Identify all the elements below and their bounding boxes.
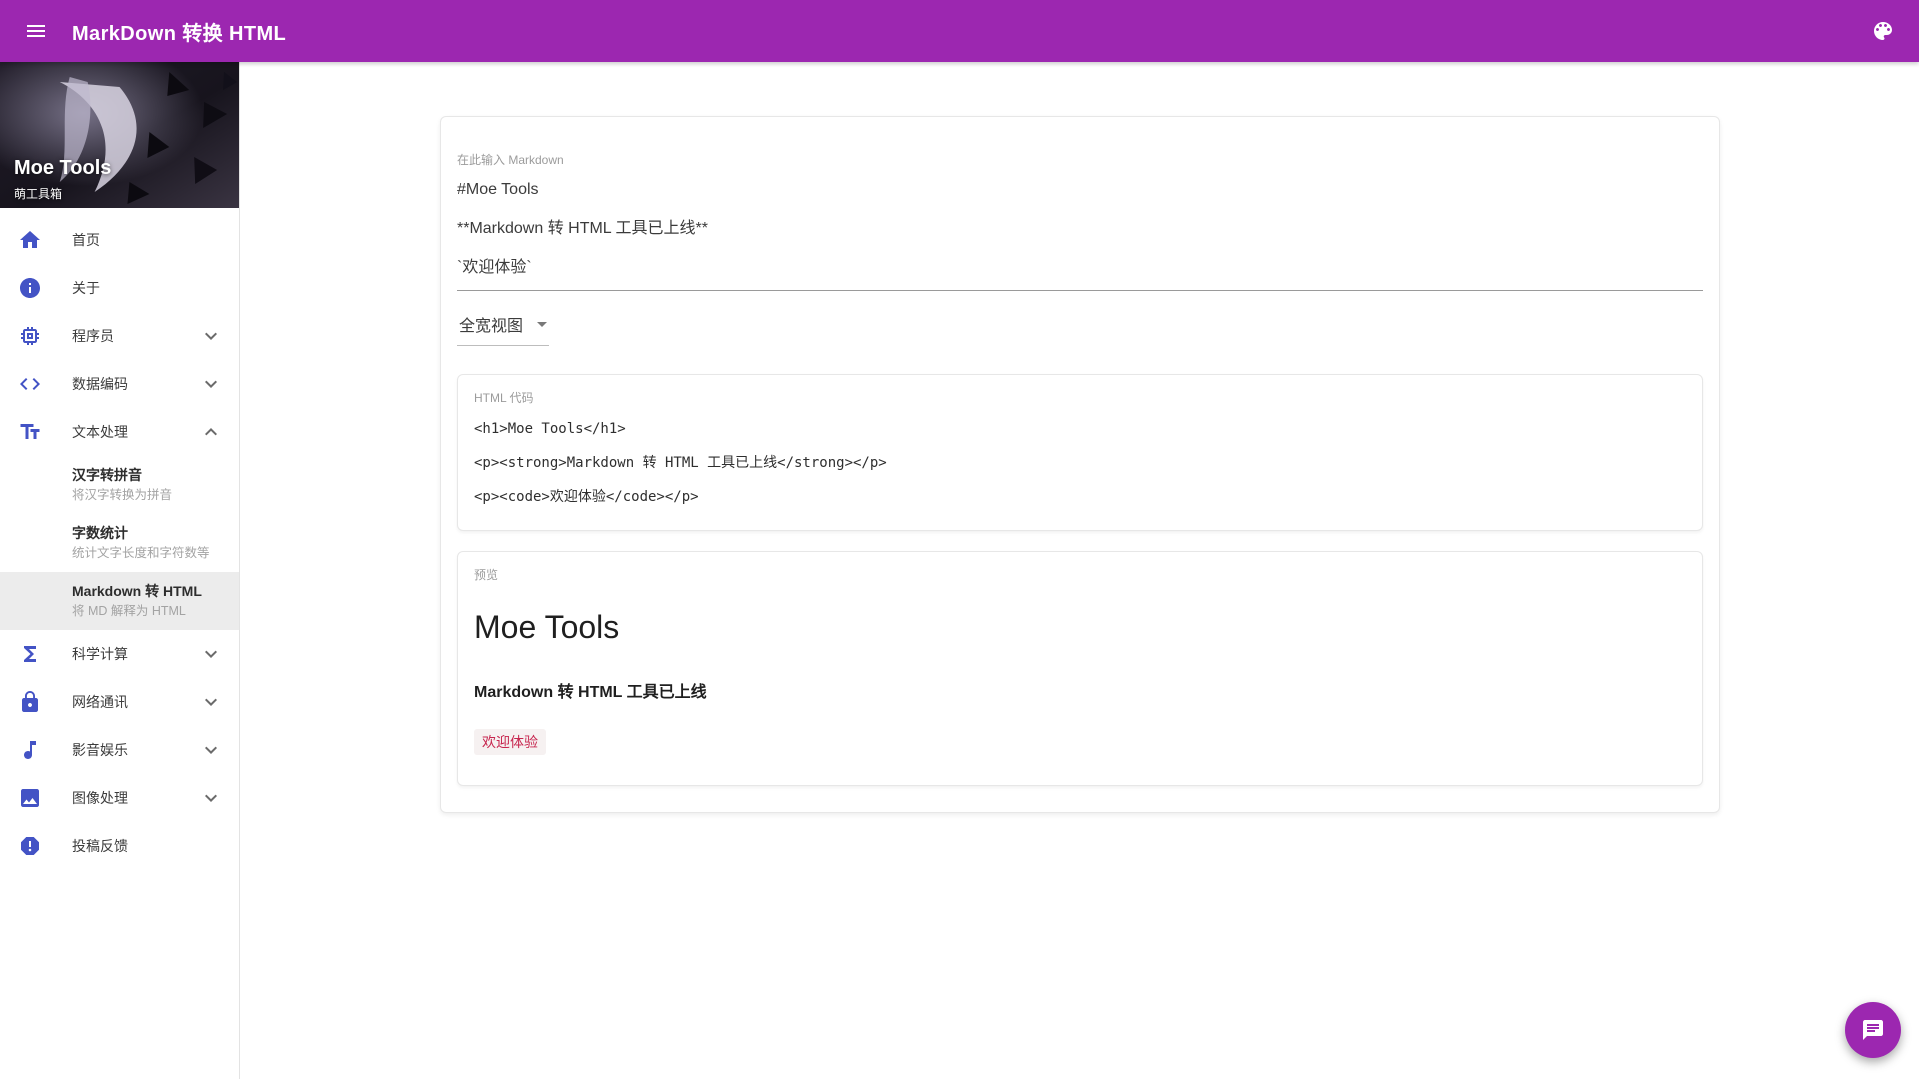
sidebar-item-label: 影音娱乐 (72, 742, 128, 758)
palette-icon (1871, 19, 1895, 43)
sidebar-item-label: 投稿反馈 (72, 838, 128, 854)
sidebar-banner-image: Moe Tools 萌工具箱 (0, 62, 239, 208)
home-icon (18, 228, 42, 252)
view-mode-value: 全宽视图 (459, 318, 524, 335)
html-code-card: HTML 代码 <h1>Moe Tools</h1> <p><strong>Ma… (457, 374, 1703, 531)
chevron-down-icon (199, 690, 223, 714)
subitem-title: 汉字转拼音 (72, 467, 142, 483)
preview-label: 预览 (474, 568, 499, 582)
sidebar-item-label: 程序员 (72, 328, 114, 344)
report-icon (18, 834, 42, 858)
appbar: MarkDown 转换 HTML (0, 0, 1919, 62)
preview-bold-text: Markdown 转 HTML 工具已上线 (474, 684, 707, 701)
markdown-input-text[interactable]: #Moe Tools **Markdown 转 HTML 工具已上线** `欢迎… (457, 170, 1703, 291)
sidebar-item-image-processing[interactable]: 图像处理 (0, 774, 239, 822)
html-code-line: <p><strong>Markdown 转 HTML 工具已上线</strong… (474, 455, 887, 471)
subitem-title: Markdown 转 HTML (72, 583, 202, 599)
sidebar-item-label: 网络通讯 (72, 694, 128, 710)
sidebar-item-media[interactable]: 影音娱乐 (0, 726, 239, 774)
subitem-subtitle: 将汉字转换为拼音 (72, 488, 173, 502)
sidebar-subitem-pinyin[interactable]: 汉字转拼音 将汉字转换为拼音 (0, 456, 239, 514)
markdown-line: #Moe Tools (457, 181, 539, 198)
sidebar: Moe Tools 萌工具箱 首页 关于 程序员 数据编码 文本处理 汉字转拼音… (0, 62, 240, 1079)
sidebar-item-label: 数据编码 (72, 376, 128, 392)
app-name: Moe Tools (14, 157, 112, 179)
chat-icon (1861, 1018, 1885, 1042)
html-code-output[interactable]: <h1>Moe Tools</h1> <p><strong>Markdown 转… (474, 412, 1686, 514)
chat-fab-button[interactable] (1845, 1002, 1901, 1058)
dropdown-arrow-icon (537, 321, 548, 327)
sidebar-item-network[interactable]: 网络通讯 (0, 678, 239, 726)
image-icon (18, 786, 42, 810)
markdown-line: **Markdown 转 HTML 工具已上线** (457, 220, 709, 237)
app-subtitle: 萌工具箱 (14, 187, 63, 201)
sidebar-item-label: 关于 (72, 280, 100, 296)
sidebar-item-text-processing[interactable]: 文本处理 (0, 408, 239, 456)
markdown-input-field[interactable]: 在此输入 Markdown #Moe Tools **Markdown 转 HT… (457, 133, 1703, 291)
html-code-label: HTML 代码 (474, 391, 534, 405)
chevron-down-icon (199, 786, 223, 810)
sidebar-item-data-encoding[interactable]: 数据编码 (0, 360, 239, 408)
sidebar-item-programmer[interactable]: 程序员 (0, 312, 239, 360)
code-icon (18, 372, 42, 396)
page-title: MarkDown 转换 HTML (72, 22, 287, 45)
main-content: 在此输入 Markdown #Moe Tools **Markdown 转 HT… (241, 62, 1919, 1079)
sidebar-banner-text: Moe Tools 萌工具箱 (14, 157, 111, 202)
menu-button[interactable] (16, 11, 56, 51)
sidebar-item-about[interactable]: 关于 (0, 264, 239, 312)
sidebar-item-label: 科学计算 (72, 646, 128, 662)
subitem-title: 字数统计 (72, 525, 128, 541)
sidebar-item-label: 首页 (72, 232, 100, 248)
hamburger-icon (24, 19, 48, 43)
chevron-up-icon (199, 420, 223, 444)
preview-heading: Moe Tools (474, 609, 620, 645)
preview-code-chip: 欢迎体验 (474, 729, 546, 755)
view-mode-select[interactable]: 全宽视图 (457, 307, 550, 346)
sidebar-subitem-word-count[interactable]: 字数统计 统计文字长度和字符数等 (0, 514, 239, 572)
text-format-icon (18, 420, 42, 444)
music-note-icon (18, 738, 42, 762)
sidebar-item-label: 文本处理 (72, 424, 128, 440)
chevron-down-icon (199, 642, 223, 666)
info-icon (18, 276, 42, 300)
lock-icon (18, 690, 42, 714)
sidebar-item-feedback[interactable]: 投稿反馈 (0, 822, 239, 870)
html-code-line: <h1>Moe Tools</h1> (474, 421, 626, 437)
sidebar-item-label: 图像处理 (72, 790, 128, 806)
chevron-down-icon (199, 372, 223, 396)
markdown-line: `欢迎体验` (457, 259, 532, 276)
chevron-down-icon (199, 738, 223, 762)
html-code-line: <p><code>欢迎体验</code></p> (474, 489, 699, 505)
theme-button[interactable] (1863, 11, 1903, 51)
preview-card: 预览 Moe Tools Markdown 转 HTML 工具已上线 欢迎体验 (457, 551, 1703, 786)
sidebar-subitem-markdown-to-html[interactable]: Markdown 转 HTML 将 MD 解释为 HTML (0, 572, 239, 630)
sigma-icon (18, 642, 42, 666)
markdown-input-label: 在此输入 Markdown (457, 153, 564, 167)
sidebar-nav: 首页 关于 程序员 数据编码 文本处理 汉字转拼音 将汉字转换为拼音 字数统计 … (0, 208, 239, 870)
subitem-subtitle: 统计文字长度和字符数等 (72, 546, 210, 560)
sidebar-item-scientific-calc[interactable]: 科学计算 (0, 630, 239, 678)
chip-icon (18, 324, 42, 348)
subitem-subtitle: 将 MD 解释为 HTML (72, 604, 186, 618)
sidebar-item-home[interactable]: 首页 (0, 216, 239, 264)
markdown-tool-card: 在此输入 Markdown #Moe Tools **Markdown 转 HT… (440, 116, 1720, 813)
chevron-down-icon (199, 324, 223, 348)
